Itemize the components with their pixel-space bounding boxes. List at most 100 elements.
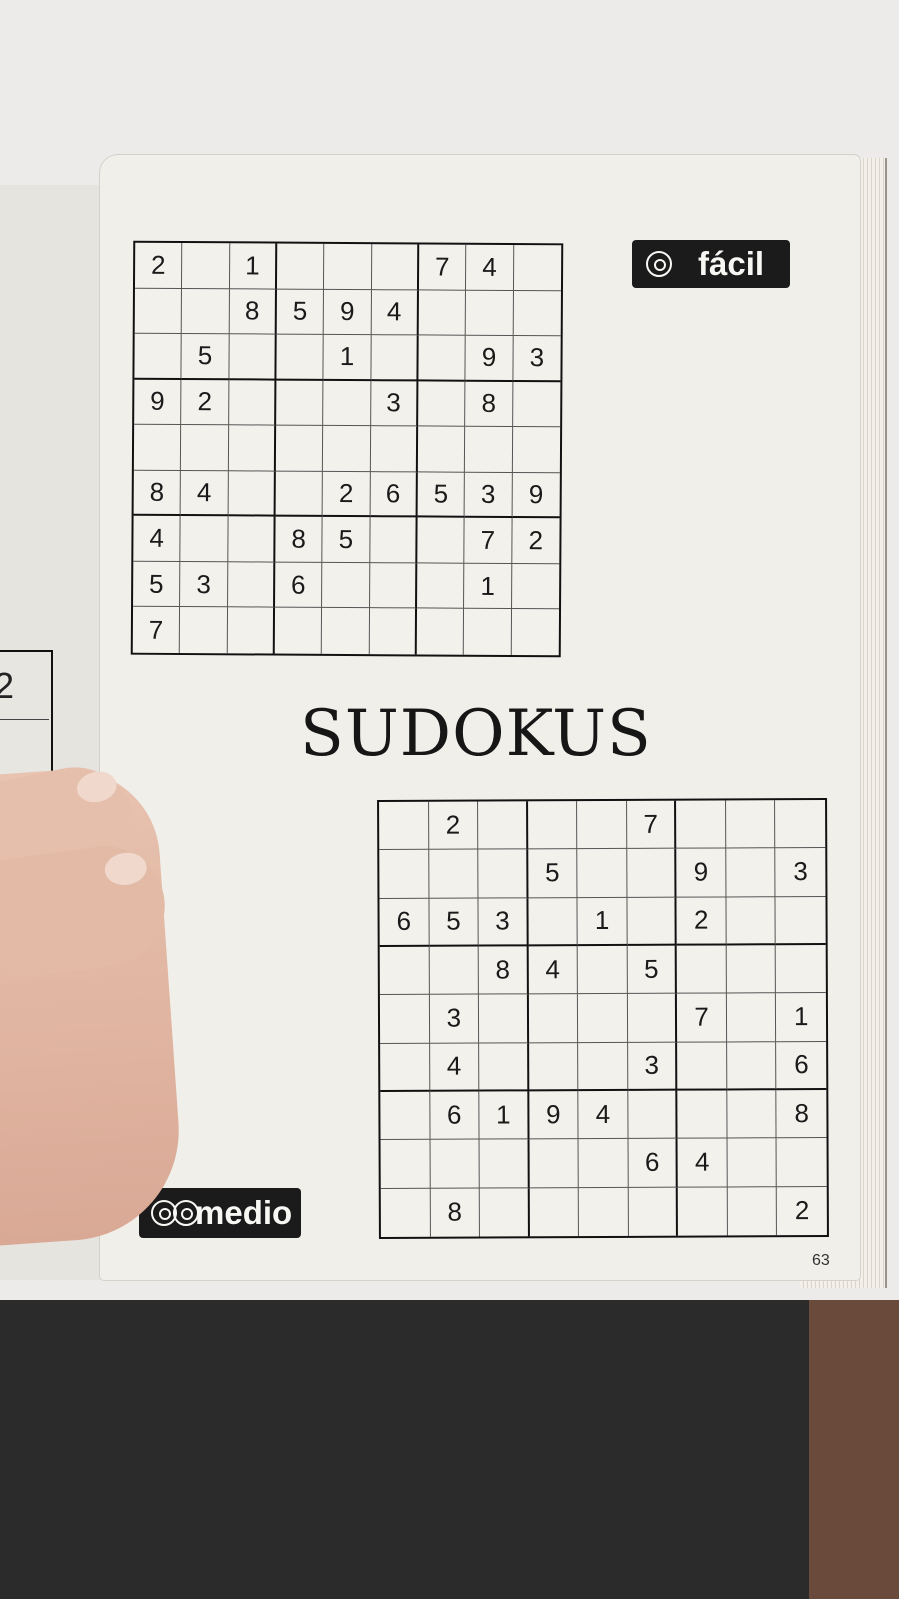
sudoku-cell[interactable]	[578, 1139, 629, 1188]
sudoku-cell[interactable]	[323, 426, 371, 472]
sudoku-cell[interactable]: 3	[513, 336, 561, 382]
sudoku-cell[interactable]: 7	[132, 607, 181, 653]
sudoku-cell[interactable]	[512, 381, 561, 428]
sudoku-cell[interactable]	[479, 1042, 529, 1092]
sudoku-cell[interactable]: 8	[133, 470, 182, 517]
sudoku-cell[interactable]	[417, 563, 465, 610]
sudoku-cell[interactable]	[380, 1043, 430, 1092]
sudoku-cell[interactable]: 3	[478, 897, 529, 947]
sudoku-cell[interactable]: 9	[324, 289, 372, 336]
sudoku-cell[interactable]: 8	[776, 1090, 827, 1139]
sudoku-cell[interactable]	[180, 607, 228, 654]
sudoku-cell[interactable]	[417, 426, 466, 473]
sudoku-cell[interactable]	[479, 1139, 530, 1189]
sudoku-cell[interactable]	[528, 994, 579, 1043]
sudoku-cell[interactable]	[134, 333, 183, 380]
sudoku-cell[interactable]	[227, 516, 276, 563]
sudoku-cell[interactable]	[726, 848, 776, 898]
sudoku-cell[interactable]: 8	[275, 516, 323, 563]
sudoku-cell[interactable]: 2	[134, 242, 183, 289]
sudoku-cell[interactable]: 1	[577, 897, 628, 947]
sudoku-cell[interactable]: 4	[180, 470, 229, 517]
sudoku-cell[interactable]: 2	[676, 897, 727, 946]
sudoku-cell[interactable]	[134, 288, 183, 335]
sudoku-cell[interactable]: 1	[323, 334, 372, 381]
sudoku-cell[interactable]	[676, 800, 727, 850]
sudoku-cell[interactable]: 6	[379, 898, 430, 947]
sudoku-cell[interactable]: 4	[528, 946, 579, 995]
sudoku-cell[interactable]: 4	[371, 289, 419, 336]
sudoku-cell[interactable]: 9	[512, 472, 560, 519]
sudoku-cell[interactable]	[677, 1042, 728, 1091]
sudoku-cell[interactable]	[578, 1042, 629, 1092]
sudoku-cell[interactable]	[726, 945, 777, 994]
sudoku-cell[interactable]: 1	[776, 993, 827, 1042]
sudoku-cell[interactable]	[678, 1187, 728, 1236]
sudoku-cell[interactable]	[371, 335, 419, 382]
sudoku-cell[interactable]: 5	[276, 289, 325, 335]
sudoku-cell[interactable]: 9	[676, 848, 727, 898]
sudoku-cell[interactable]	[371, 244, 420, 290]
sudoku-cell[interactable]: 4	[578, 1090, 629, 1140]
sudoku-cell[interactable]	[416, 608, 465, 655]
sudoku-cell[interactable]	[627, 994, 678, 1043]
sudoku-cell[interactable]	[775, 800, 826, 849]
sudoku-cell[interactable]: 3	[775, 848, 826, 897]
sudoku-cell[interactable]: 5	[181, 334, 230, 380]
sudoku-cell[interactable]: 7	[418, 244, 467, 291]
sudoku-cell[interactable]: 5	[627, 945, 678, 995]
sudoku-cell[interactable]	[417, 517, 465, 564]
sudoku-cell[interactable]	[677, 1090, 728, 1140]
sudoku-cell[interactable]	[380, 1091, 431, 1141]
sudoku-cell[interactable]	[577, 849, 628, 898]
sudoku-cell[interactable]: 9	[465, 335, 514, 382]
sudoku-cell[interactable]: 8	[465, 381, 514, 428]
sudoku-cell[interactable]: 2	[428, 801, 479, 851]
sudoku-cell[interactable]	[479, 994, 529, 1044]
sudoku-cell[interactable]: 9	[528, 1091, 579, 1140]
sudoku-cell[interactable]	[677, 945, 727, 995]
sudoku-cell[interactable]: 3	[429, 994, 480, 1044]
sudoku-cell[interactable]: 7	[677, 993, 727, 1043]
sudoku-cell[interactable]	[511, 563, 560, 610]
sudoku-cell[interactable]: 6	[275, 562, 323, 609]
sudoku-cell[interactable]	[369, 517, 418, 564]
sudoku-cell[interactable]: 8	[430, 1188, 481, 1237]
sudoku-cell[interactable]: 3	[370, 380, 419, 427]
sudoku-cell[interactable]	[274, 608, 323, 654]
sudoku-cell[interactable]: 4	[677, 1138, 728, 1188]
sudoku-cell[interactable]	[464, 609, 512, 656]
sudoku-cell[interactable]	[276, 380, 324, 427]
sudoku-cell[interactable]	[529, 1139, 579, 1188]
sudoku-cell[interactable]	[370, 426, 419, 473]
sudoku-cell[interactable]	[776, 945, 826, 994]
sudoku-cell[interactable]	[775, 896, 826, 946]
sudoku-cell[interactable]	[276, 334, 325, 381]
sudoku-grid-medio[interactable]: 2759365312845371436619486482	[377, 798, 829, 1239]
sudoku-cell[interactable]: 4	[429, 1043, 480, 1092]
sudoku-cell[interactable]: 1	[479, 1091, 530, 1140]
sudoku-cell[interactable]	[513, 245, 562, 291]
sudoku-cell[interactable]	[324, 243, 372, 290]
sudoku-cell[interactable]	[628, 1090, 678, 1140]
sudoku-cell[interactable]: 8	[229, 288, 277, 335]
sudoku-cell[interactable]	[418, 381, 466, 427]
sudoku-cell[interactable]: 2	[777, 1187, 827, 1236]
sudoku-cell[interactable]	[429, 946, 480, 996]
sudoku-cell[interactable]: 7	[464, 518, 513, 564]
sudoku-cell[interactable]	[578, 994, 628, 1043]
sudoku-cell[interactable]	[182, 242, 230, 289]
sudoku-cell[interactable]	[511, 609, 559, 655]
sudoku-cell[interactable]: 7	[626, 800, 677, 850]
sudoku-cell[interactable]: 6	[628, 1139, 679, 1188]
sudoku-cell[interactable]	[478, 801, 528, 850]
sudoku-cell[interactable]	[527, 801, 578, 850]
sudoku-cell[interactable]	[726, 993, 777, 1043]
sudoku-cell[interactable]: 3	[464, 472, 513, 519]
sudoku-cell[interactable]	[726, 1041, 777, 1091]
sudoku-cell[interactable]	[227, 562, 276, 609]
sudoku-cell[interactable]	[577, 945, 628, 995]
sudoku-cell[interactable]	[529, 1187, 580, 1237]
sudoku-cell[interactable]	[276, 243, 325, 290]
sudoku-cell[interactable]	[227, 607, 276, 654]
